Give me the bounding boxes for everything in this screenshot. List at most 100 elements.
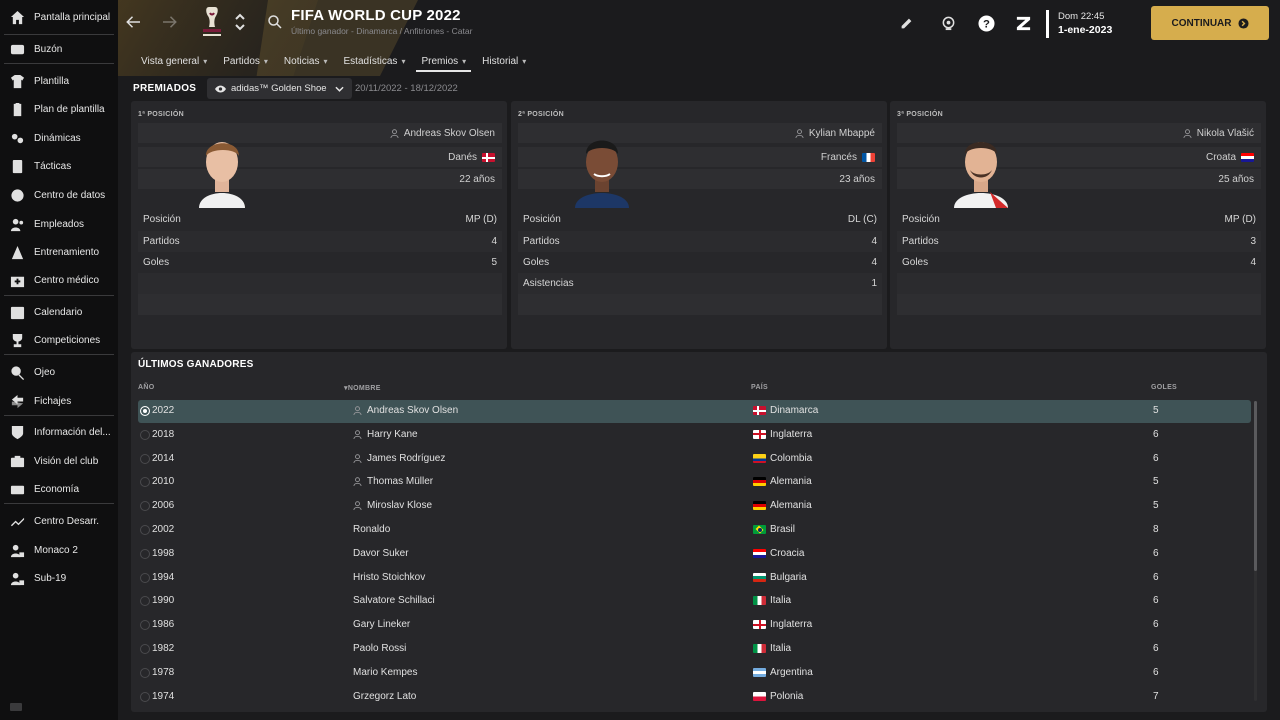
winner-country[interactable]: Inglaterra: [753, 429, 812, 440]
status-indicator[interactable]: [10, 703, 22, 711]
fm-logo-button[interactable]: [1013, 13, 1033, 33]
sidebar-item-transfers[interactable]: Fichajes: [0, 388, 118, 414]
row-radio[interactable]: [140, 667, 150, 678]
player-name-row[interactable]: Andreas Skov Olsen: [390, 128, 495, 139]
column-header-goals[interactable]: GOLES: [1151, 384, 1177, 391]
table-row[interactable]: 2002 Ronaldo Brasil 8: [138, 519, 1251, 542]
column-header-year[interactable]: AÑO: [138, 384, 154, 391]
row-radio[interactable]: [140, 477, 150, 488]
row-radio[interactable]: [140, 620, 150, 631]
column-header-country[interactable]: PAÍS: [751, 384, 768, 391]
player-name-row[interactable]: Kylian Mbappé: [795, 128, 875, 139]
sidebar-item-competitions[interactable]: Competiciones: [0, 327, 118, 353]
player-nationality-row[interactable]: Croata: [1206, 152, 1254, 163]
table-row[interactable]: 2022 Andreas Skov Olsen Dinamarca 5: [138, 400, 1251, 423]
table-row[interactable]: 1974 Grzegorz Lato Polonia 7: [138, 686, 1251, 709]
competition-switcher-button[interactable]: [233, 11, 247, 33]
winner-country[interactable]: Bulgaria: [753, 572, 807, 583]
player-nationality-row[interactable]: Danés: [448, 152, 495, 163]
winner-name[interactable]: Gary Lineker: [353, 619, 410, 630]
sidebar-item-tactics[interactable]: Tácticas: [0, 153, 118, 179]
sidebar-item-dynamics[interactable]: Dinámicas: [0, 125, 118, 151]
row-radio[interactable]: [140, 596, 150, 607]
tab-stats[interactable]: Estadísticas ▾: [336, 50, 414, 72]
tab-history[interactable]: Historial ▾: [474, 50, 534, 72]
winner-name[interactable]: Grzegorz Lato: [353, 691, 416, 702]
sidebar-item-data-hub[interactable]: Centro de datos: [0, 182, 118, 208]
forward-button[interactable]: [157, 10, 181, 34]
table-row[interactable]: 2018 Harry Kane Inglaterra 6: [138, 424, 1251, 447]
tab-overview[interactable]: Vista general ▾: [133, 50, 215, 72]
edit-button[interactable]: [896, 13, 916, 33]
sidebar-item-finances[interactable]: Economía: [0, 476, 118, 502]
winner-name[interactable]: Davor Suker: [353, 548, 409, 559]
sidebar-item-staff[interactable]: Empleados: [0, 211, 118, 237]
row-radio[interactable]: [140, 453, 150, 464]
winner-country[interactable]: Inglaterra: [753, 619, 812, 630]
row-radio[interactable]: [140, 548, 150, 559]
row-radio[interactable]: [140, 406, 150, 416]
winner-country[interactable]: Italia: [753, 643, 791, 654]
winner-country[interactable]: Polonia: [753, 691, 803, 702]
world-button[interactable]: [938, 13, 958, 33]
tab-news[interactable]: Noticias ▾: [276, 50, 336, 72]
tab-awards[interactable]: Premios ▾: [413, 50, 474, 72]
winner-name[interactable]: Paolo Rossi: [353, 643, 406, 654]
sidebar-item-club-info[interactable]: Información del...: [0, 419, 118, 445]
table-row[interactable]: 1978 Mario Kempes Argentina 6: [138, 662, 1251, 685]
sidebar-item-development[interactable]: Centro Desarr.: [0, 508, 118, 534]
winner-name[interactable]: Ronaldo: [353, 524, 390, 535]
winner-country[interactable]: Brasil: [753, 524, 795, 535]
sidebar-item-medical[interactable]: Centro médico: [0, 267, 118, 293]
winner-country[interactable]: Alemania: [753, 500, 812, 511]
winner-country[interactable]: Colombia: [753, 453, 812, 464]
player-name-row[interactable]: Nikola Vlašić: [1183, 128, 1254, 139]
row-radio[interactable]: [140, 501, 150, 512]
sidebar-item-inbox[interactable]: Buzón: [0, 36, 118, 62]
winner-name[interactable]: Andreas Skov Olsen: [353, 405, 458, 416]
sidebar-item-training[interactable]: Entrenamiento: [0, 239, 118, 265]
table-row[interactable]: 1986 Gary Lineker Inglaterra 6: [138, 614, 1251, 637]
continue-button[interactable]: CONTINUAR: [1151, 6, 1269, 40]
row-radio[interactable]: [140, 644, 150, 654]
sidebar-item-club-vision[interactable]: Visión del club: [0, 448, 118, 474]
winner-name[interactable]: Harry Kane: [353, 429, 418, 440]
award-dropdown[interactable]: adidas™ Golden Shoe: [207, 78, 352, 99]
winner-country[interactable]: Croacia: [753, 548, 804, 559]
table-row[interactable]: 1994 Hristo Stoichkov Bulgaria 6: [138, 567, 1251, 590]
column-header-name[interactable]: ▾NOMBRE: [344, 384, 381, 392]
sidebar-item-reserve-team[interactable]: Monaco 2: [0, 537, 118, 563]
winner-name[interactable]: Mario Kempes: [353, 667, 417, 678]
winner-name[interactable]: Thomas Müller: [353, 476, 433, 487]
winner-name[interactable]: Hristo Stoichkov: [353, 572, 425, 583]
row-radio[interactable]: [140, 525, 150, 535]
help-button[interactable]: ?: [976, 13, 996, 33]
winner-country[interactable]: Dinamarca: [753, 405, 818, 416]
table-row[interactable]: 1982 Paolo Rossi Italia 6: [138, 638, 1251, 661]
winner-country[interactable]: Alemania: [753, 476, 812, 487]
table-row[interactable]: 2006 Miroslav Klose Alemania 5: [138, 495, 1251, 518]
winner-country[interactable]: Italia: [753, 595, 791, 606]
sidebar-item-youth-team[interactable]: Sub-19: [0, 565, 118, 591]
sidebar-item-squad[interactable]: Plantilla: [0, 68, 118, 94]
row-radio[interactable]: [140, 429, 150, 440]
search-button[interactable]: [263, 10, 287, 34]
row-radio[interactable]: [140, 572, 150, 583]
winner-name[interactable]: James Rodríguez: [353, 453, 445, 464]
sidebar-item-scouting[interactable]: Ojeo: [0, 359, 118, 385]
table-row[interactable]: 1998 Davor Suker Croacia 6: [138, 543, 1251, 566]
sidebar-item-home[interactable]: Pantalla principal: [0, 4, 118, 30]
player-nationality-row[interactable]: Francés: [821, 152, 875, 163]
table-row[interactable]: 2010 Thomas Müller Alemania 5: [138, 471, 1251, 494]
winner-name[interactable]: Miroslav Klose: [353, 500, 432, 511]
table-row[interactable]: 2014 James Rodríguez Colombia 6: [138, 448, 1251, 471]
sidebar-item-calendar[interactable]: Calendario: [0, 299, 118, 325]
scrollbar-thumb[interactable]: [1254, 401, 1257, 571]
row-radio[interactable]: [140, 691, 150, 702]
sidebar-item-squad-planner[interactable]: Plan de plantilla: [0, 96, 118, 122]
tab-matches[interactable]: Partidos ▾: [215, 50, 276, 72]
back-button[interactable]: [122, 10, 146, 34]
table-row[interactable]: 1990 Salvatore Schillaci Italia 6: [138, 590, 1251, 613]
winner-name[interactable]: Salvatore Schillaci: [353, 595, 435, 606]
winner-country[interactable]: Argentina: [753, 667, 813, 678]
